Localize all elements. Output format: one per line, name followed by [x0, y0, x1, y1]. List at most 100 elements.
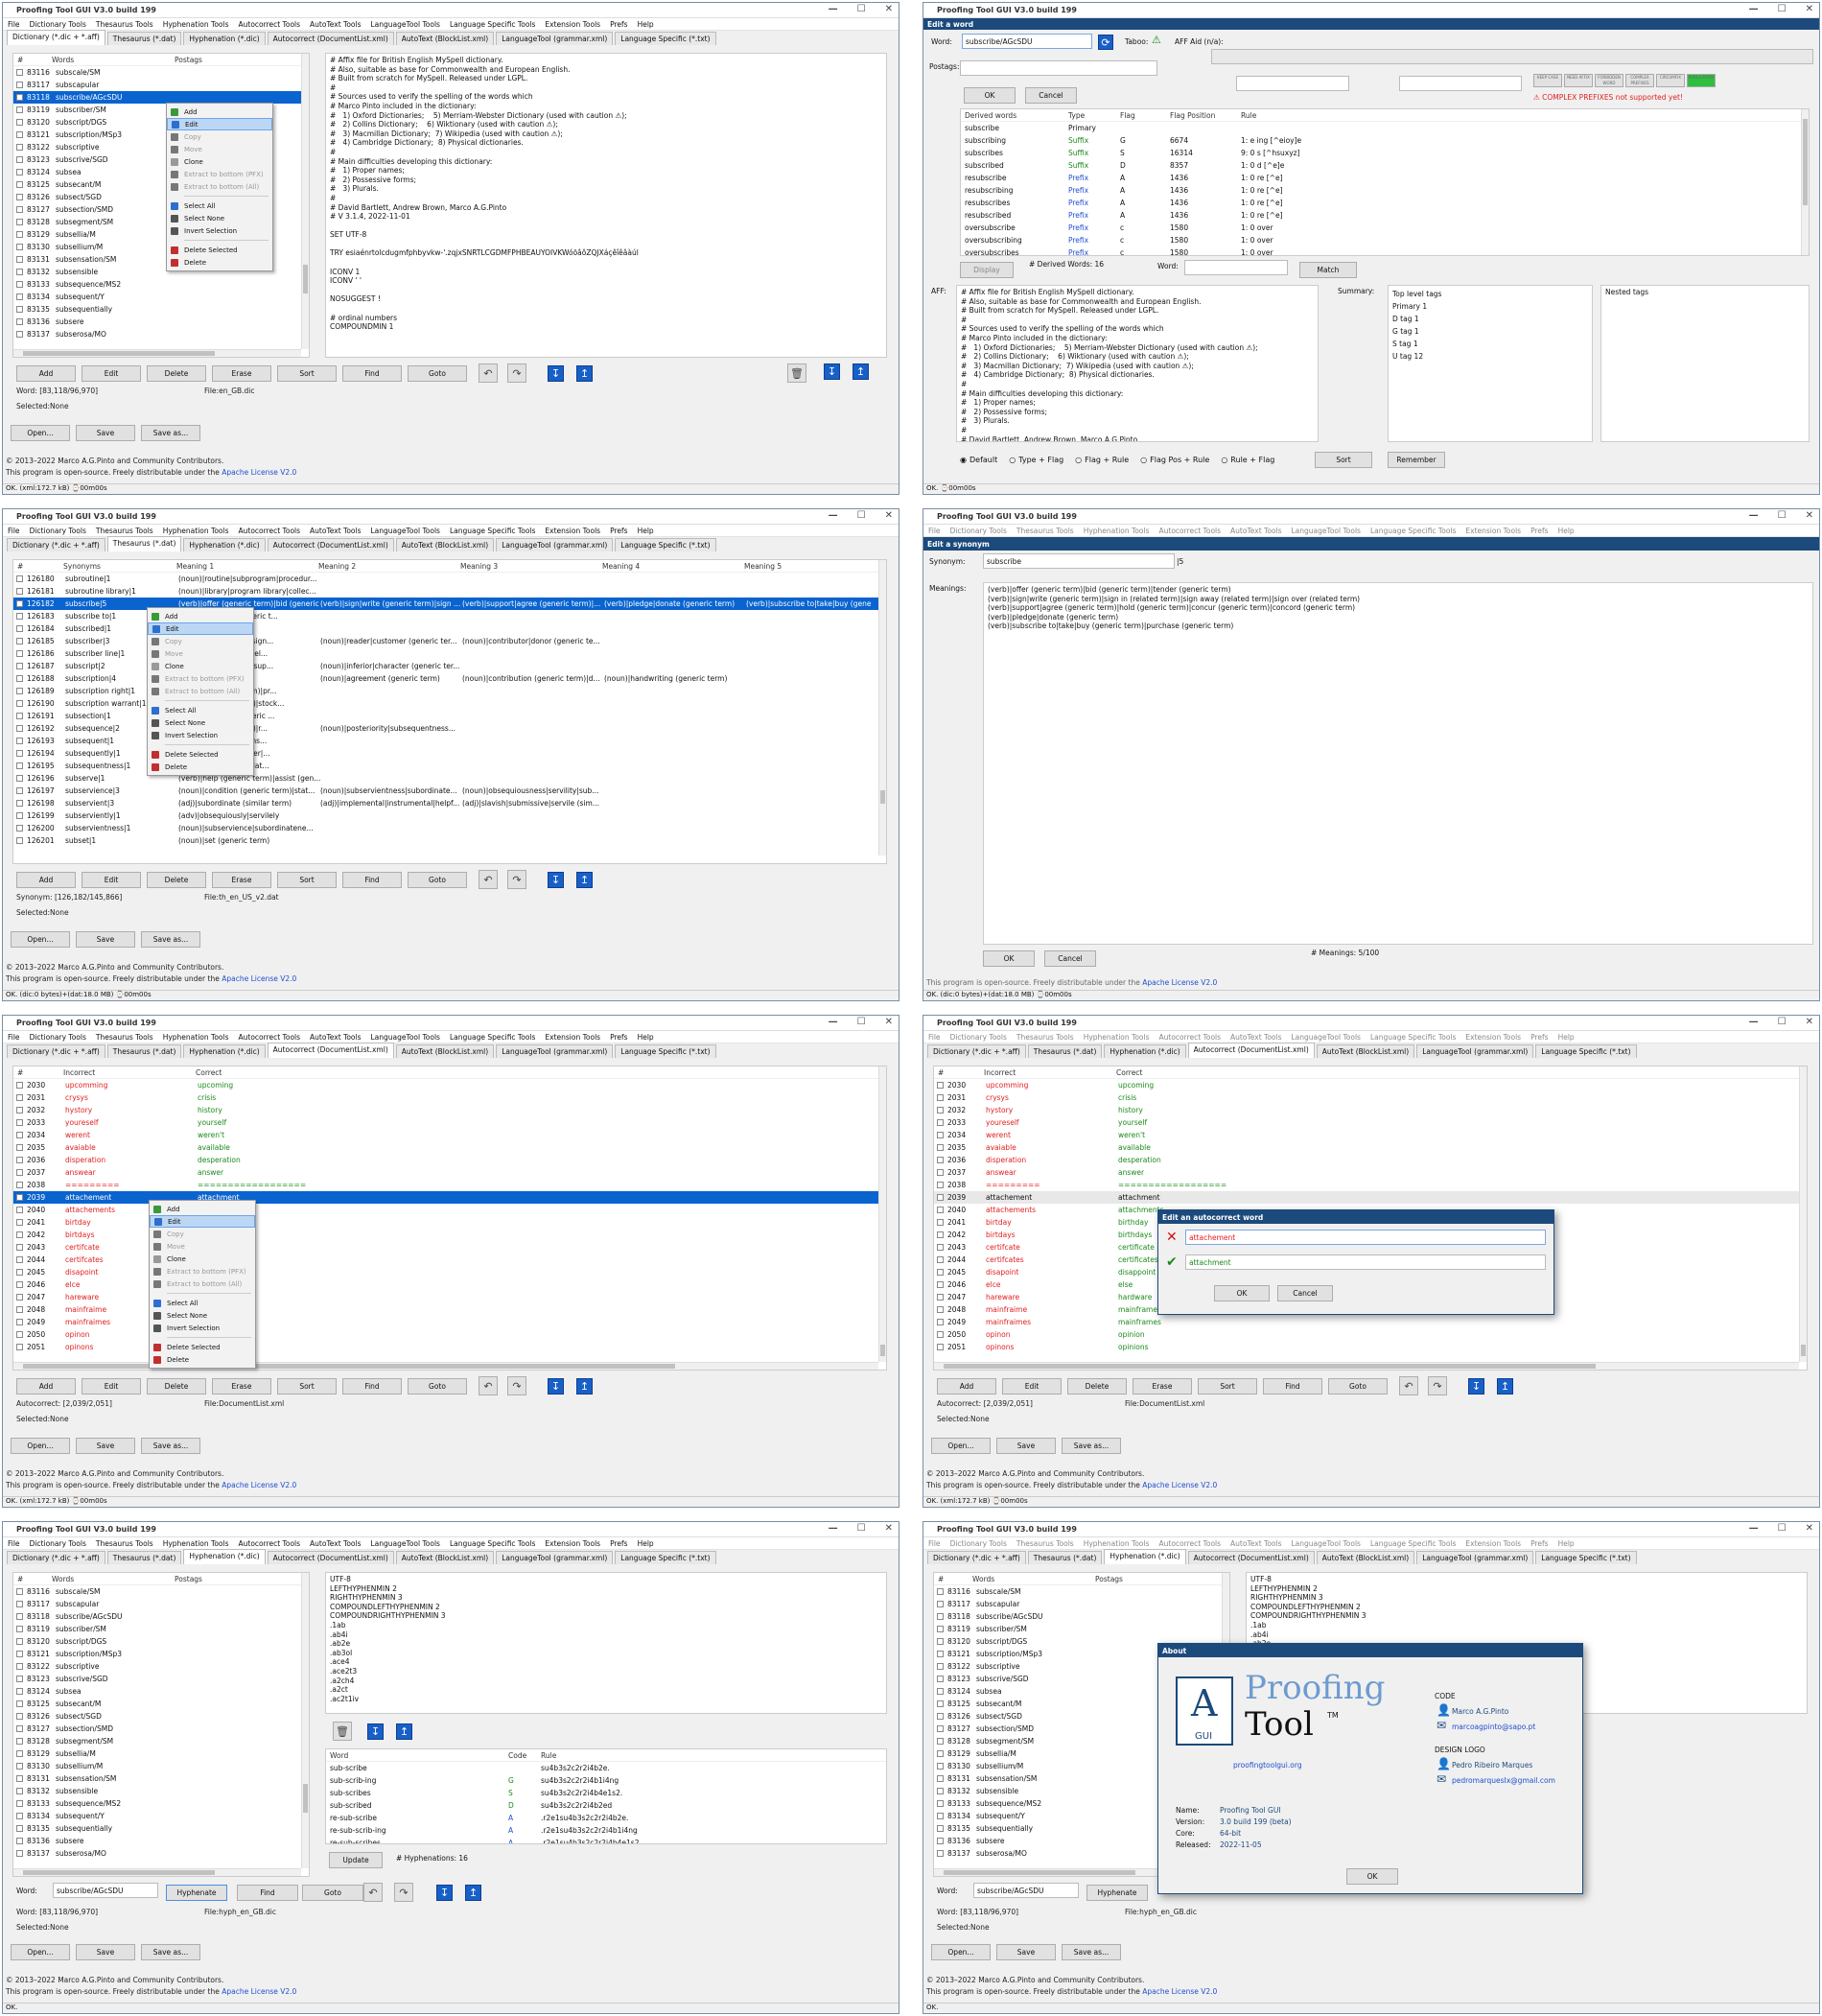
- row-checkbox[interactable]: [16, 1813, 23, 1819]
- sort-button[interactable]: Sort: [277, 1378, 337, 1395]
- row-checkbox[interactable]: [16, 650, 23, 657]
- tab[interactable]: Autocorrect (DocumentList.xml): [267, 1043, 394, 1058]
- menu-item[interactable]: Thesaurus Tools: [1016, 1539, 1074, 1548]
- tab[interactable]: Hyphenation (*.dic): [1104, 1549, 1186, 1564]
- maximize-icon[interactable]: ☐: [1778, 510, 1787, 521]
- flag-field-2[interactable]: [1399, 76, 1522, 91]
- tab[interactable]: Language Specific (*.txt): [615, 1551, 716, 1564]
- minimize-icon[interactable]: —: [829, 510, 838, 521]
- row-checkbox[interactable]: [16, 82, 23, 88]
- table-row[interactable]: subscribes Suffix S 16314 9: 0 s [^hsuxyz]: [961, 147, 1809, 159]
- table-row[interactable]: oversubscribes Prefix c 1580 1: 0 over: [961, 246, 1809, 255]
- hyphenate-button[interactable]: Hyphenate: [166, 1885, 227, 1901]
- context-item[interactable]: Edit: [150, 1215, 255, 1228]
- tab[interactable]: AutoText (BlockList.xml): [395, 32, 495, 45]
- row-checkbox[interactable]: [16, 1281, 23, 1288]
- erase-button[interactable]: Erase: [212, 1378, 271, 1395]
- scroll-thumb[interactable]: [23, 1364, 675, 1369]
- goto-button[interactable]: Goto: [408, 365, 467, 382]
- flag-button[interactable]: COMPLEX PREFIXES: [1625, 74, 1654, 87]
- table-row[interactable]: 2044certifcatescertificates: [13, 1254, 886, 1266]
- meanings-editor[interactable]: (verb)|offer (generic term)|bid (generic…: [983, 582, 1813, 945]
- tab[interactable]: Autocorrect (DocumentList.xml): [267, 1551, 394, 1564]
- row-checkbox[interactable]: [16, 1256, 23, 1263]
- table-row[interactable]: 83119 subscriber/SM: [13, 1623, 309, 1635]
- minimize-icon[interactable]: —: [1749, 510, 1759, 521]
- context-item[interactable]: Copy: [148, 635, 253, 647]
- tag-item[interactable]: Primary 1: [1392, 300, 1588, 313]
- goto-button[interactable]: Goto: [1328, 1378, 1388, 1395]
- table-row[interactable]: 2051opinonsopinions: [13, 1341, 886, 1353]
- menu-item[interactable]: Extension Tools: [545, 527, 600, 535]
- row-checkbox[interactable]: [937, 1775, 944, 1782]
- context-item[interactable]: Extract to bottom (PFX): [150, 1265, 255, 1278]
- maximize-icon[interactable]: ☐: [1778, 4, 1787, 14]
- context-item[interactable]: Delete Selected: [148, 748, 253, 761]
- tab[interactable]: Language Specific (*.txt): [615, 538, 716, 551]
- close-icon[interactable]: ✕: [1806, 510, 1813, 521]
- table-row[interactable]: 83132 subsensible: [13, 1785, 309, 1797]
- row-checkbox[interactable]: [937, 1331, 944, 1338]
- go-bottom-icon[interactable]: ↧: [548, 365, 564, 382]
- menu-item[interactable]: LanguageTool Tools: [371, 527, 440, 535]
- goto-button[interactable]: Goto: [408, 872, 467, 888]
- table-row[interactable]: 2033 youreself yourself: [934, 1116, 1807, 1129]
- row-checkbox[interactable]: [16, 738, 23, 744]
- table-row[interactable]: 2032 hystory history: [934, 1104, 1807, 1116]
- menu-item[interactable]: Hyphenation Tools: [1084, 527, 1150, 535]
- row-checkbox[interactable]: [937, 1850, 944, 1857]
- derived-words-table[interactable]: Derived words Type Flag Flag Position Rule su…: [960, 108, 1810, 256]
- row-checkbox[interactable]: [16, 1838, 23, 1844]
- table-row[interactable]: 2048mainfraimemainframe: [13, 1303, 886, 1316]
- move-up-icon[interactable]: ↥: [396, 1723, 412, 1740]
- table-row[interactable]: 2041birtdaybirthday: [13, 1216, 886, 1229]
- maximize-icon[interactable]: ☐: [1778, 1017, 1787, 1027]
- column-header[interactable]: #: [13, 1068, 63, 1077]
- row-checkbox[interactable]: [16, 1219, 23, 1226]
- license-link[interactable]: Apache License V2.0: [1142, 978, 1217, 987]
- row-checkbox[interactable]: [16, 69, 23, 76]
- menu-item[interactable]: File: [8, 20, 20, 29]
- row-checkbox[interactable]: [16, 675, 23, 682]
- license-link[interactable]: Apache License V2.0: [1142, 1987, 1217, 1996]
- row-checkbox[interactable]: [16, 700, 23, 707]
- tab[interactable]: Autocorrect (DocumentList.xml): [267, 538, 394, 551]
- column-header[interactable]: Meaning 2: [318, 562, 460, 571]
- row-checkbox[interactable]: [16, 1119, 23, 1126]
- table-row[interactable]: 126197 subservience|3 (noun)|condition (ge…: [13, 785, 886, 797]
- menu-item[interactable]: Dictionary Tools: [950, 1539, 1007, 1548]
- menu-item[interactable]: Autocorrect Tools: [1159, 1539, 1222, 1548]
- column-header[interactable]: Incorrect: [984, 1068, 1116, 1077]
- aff-text[interactable]: # Affix file for British English MySpell…: [326, 54, 886, 334]
- table-row[interactable]: 2036 disperation desperation: [934, 1154, 1807, 1166]
- tab[interactable]: Language Specific (*.txt): [1535, 1044, 1637, 1058]
- row-checkbox[interactable]: [937, 1094, 944, 1101]
- license-link[interactable]: Apache License V2.0: [222, 1987, 296, 1996]
- row-checkbox[interactable]: [16, 787, 23, 794]
- table-row[interactable]: 83121 subscription/MSp3: [13, 1648, 309, 1660]
- tab[interactable]: AutoText (BlockList.xml): [1316, 1044, 1415, 1058]
- table-row[interactable]: 126193subsequent|1(adj)|...milar term)|e…: [13, 735, 886, 747]
- autocorrect-list[interactable]: # Incorrect Correct 2030 upcomming upcoming 20…: [12, 1066, 887, 1371]
- row-checkbox[interactable]: [16, 1850, 23, 1857]
- context-item[interactable]: Clone: [167, 155, 272, 168]
- row-checkbox[interactable]: [16, 713, 23, 719]
- table-row[interactable]: 126198 subservient|3 (adj)|subordinate (si…: [13, 797, 886, 809]
- table-row[interactable]: 2040attachementsattachments: [13, 1204, 886, 1216]
- go-bottom-icon[interactable]: ↧: [548, 872, 564, 888]
- scroll-thumb[interactable]: [944, 1870, 1135, 1875]
- row-checkbox[interactable]: [937, 1601, 944, 1607]
- table-row[interactable]: 126181 subroutine library|1 (noun)|library…: [13, 585, 886, 598]
- column-header[interactable]: Postags: [175, 1575, 270, 1583]
- move-down-icon[interactable]: ↧: [367, 1723, 384, 1740]
- column-header[interactable]: Synonyms: [63, 562, 176, 571]
- menu-item[interactable]: Dictionary Tools: [30, 527, 86, 535]
- license-link[interactable]: Apache License V2.0: [222, 1481, 296, 1489]
- add-button[interactable]: Add: [937, 1378, 996, 1395]
- row-checkbox[interactable]: [937, 1626, 944, 1632]
- horizontal-scrollbar[interactable]: [13, 1868, 301, 1876]
- table-row[interactable]: 83118 subscribe/AGcSDU: [934, 1610, 1229, 1623]
- menu-item[interactable]: Hyphenation Tools: [1084, 1539, 1150, 1548]
- tab[interactable]: Autocorrect (DocumentList.xml): [1187, 1043, 1315, 1058]
- table-row[interactable]: oversubscribing Prefix c 1580 1: 0 over: [961, 234, 1809, 246]
